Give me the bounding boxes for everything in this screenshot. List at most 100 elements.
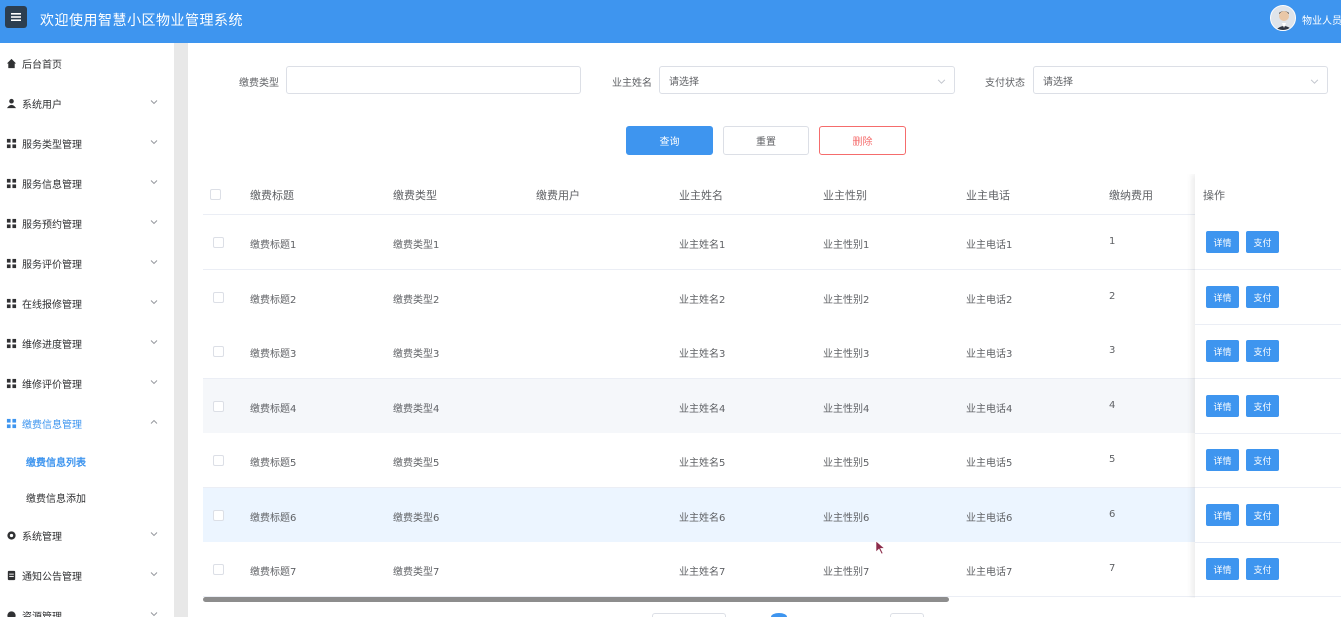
cell-title: 缴费标题1: [250, 240, 297, 251]
sidebar-item-home[interactable]: 后台首页: [0, 43, 174, 83]
table-row[interactable]: 缴费标题2 缴费类型2 业主姓名2 业主性别2 业主电话2 2: [203, 270, 1341, 325]
query-button[interactable]: 查询: [626, 126, 713, 155]
app-title: 欢迎使用智慧小区物业管理系统: [40, 13, 243, 29]
row-checkbox[interactable]: [213, 455, 224, 466]
chevron-down-icon: [150, 612, 158, 617]
grid-icon: [6, 298, 17, 309]
row-actions: 详情 支付: [1195, 542, 1341, 597]
menu-toggle-button[interactable]: [5, 6, 27, 28]
detail-button[interactable]: 详情: [1206, 340, 1239, 362]
sidebar-item-repair-progress[interactable]: 维修进度管理: [0, 323, 174, 363]
pay-button[interactable]: 支付: [1246, 286, 1279, 308]
detail-button[interactable]: 详情: [1206, 286, 1239, 308]
cell-name: 业主姓名2: [679, 295, 726, 306]
row-checkbox[interactable]: [213, 401, 224, 412]
user-name[interactable]: 物业人员: [1302, 12, 1341, 27]
fee-type-input[interactable]: [286, 66, 581, 94]
sidebar-item-label: 系统管理: [22, 531, 62, 543]
column-header[interactable]: 缴费用户: [536, 187, 580, 203]
cell-name: 业主姓名6: [679, 513, 726, 524]
sidebar-subitem-payment-add[interactable]: 缴费信息添加: [0, 479, 174, 515]
sidebar-item-system-management[interactable]: 系统管理: [0, 515, 174, 555]
cell-type: 缴费类型4: [393, 404, 440, 415]
row-checkbox[interactable]: [213, 292, 224, 303]
cell-name: 业主姓名7: [679, 567, 726, 578]
row-checkbox[interactable]: [213, 564, 224, 575]
column-header[interactable]: 缴费标题: [250, 187, 294, 203]
sidebar-scrollbar[interactable]: [174, 43, 188, 617]
sidebar-item-service-type[interactable]: 服务类型管理: [0, 123, 174, 163]
column-header[interactable]: 业主姓名: [679, 187, 723, 203]
sidebar-item-service-info[interactable]: 服务信息管理: [0, 163, 174, 203]
table-row[interactable]: 缴费标题1 缴费类型1 业主姓名1 业主性别1 业主电话1 1: [203, 215, 1341, 270]
cell-name: 业主姓名5: [679, 458, 726, 469]
avatar[interactable]: [1270, 5, 1296, 31]
top-header: 欢迎使用智慧小区物业管理系统 物业人员: [0, 0, 1341, 43]
sidebar-item-service-review[interactable]: 服务评价管理: [0, 243, 174, 283]
delete-button[interactable]: 删除: [819, 126, 906, 155]
select-all-checkbox[interactable]: [210, 189, 221, 200]
sidebar-item-repair-review[interactable]: 维修评价管理: [0, 363, 174, 403]
pay-button[interactable]: 支付: [1246, 504, 1279, 526]
grid-icon: [6, 418, 17, 429]
chevron-down-icon: [150, 532, 158, 537]
pagination-prev[interactable]: [652, 613, 726, 617]
table-row[interactable]: 缴费标题6 缴费类型6 业主姓名6 业主性别6 业主电话6 6: [203, 488, 1341, 543]
sidebar-item-payment-info[interactable]: 缴费信息管理: [0, 403, 174, 443]
cell-gender: 业主性别6: [823, 513, 870, 524]
detail-button[interactable]: 详情: [1206, 558, 1239, 580]
pay-button[interactable]: 支付: [1246, 340, 1279, 362]
column-header[interactable]: 缴纳费用: [1109, 187, 1153, 203]
detail-button[interactable]: 详情: [1206, 231, 1239, 253]
sidebar-item-notice[interactable]: 通知公告管理: [0, 555, 174, 595]
row-checkbox[interactable]: [213, 510, 224, 521]
chevron-down-icon: [150, 140, 158, 145]
pay-button[interactable]: 支付: [1246, 395, 1279, 417]
pay-button[interactable]: 支付: [1246, 449, 1279, 471]
cell-type: 缴费类型6: [393, 513, 440, 524]
pay-button[interactable]: 支付: [1246, 558, 1279, 580]
user-icon: [6, 98, 17, 109]
cell-fee: 2: [1109, 291, 1116, 302]
mouse-cursor-icon: [875, 540, 886, 555]
sidebar-item-online-repair[interactable]: 在线报修管理: [0, 283, 174, 323]
cell-fee: 7: [1109, 563, 1116, 574]
pay-status-label: 支付状态: [985, 78, 1025, 89]
owner-name-select[interactable]: 请选择: [659, 66, 955, 94]
table-row[interactable]: 缴费标题5 缴费类型5 业主姓名5 业主性别5 业主电话5 5: [203, 433, 1341, 488]
sidebar-item-resource[interactable]: 资源管理: [0, 595, 174, 617]
cell-phone: 业主电话4: [966, 404, 1013, 415]
sidebar-item-system-users[interactable]: 系统用户: [0, 83, 174, 123]
row-checkbox[interactable]: [213, 237, 224, 248]
sidebar-item-label: 在线报修管理: [22, 299, 82, 311]
table-row[interactable]: 缴费标题7 缴费类型7 业主姓名7 业主性别7 业主电话7 7: [203, 542, 1341, 597]
grid-icon: [6, 338, 17, 349]
table-row[interactable]: 缴费标题4 缴费类型4 业主姓名4 业主性别4 业主电话4 4: [203, 379, 1341, 434]
chevron-down-icon: [150, 260, 158, 265]
menu-icon: [11, 13, 21, 21]
reset-button[interactable]: 重置: [723, 126, 809, 155]
row-actions: 详情 支付: [1195, 270, 1341, 325]
cell-gender: 业主性别3: [823, 349, 870, 360]
grid-icon: [6, 378, 17, 389]
sidebar-subitem-payment-list[interactable]: 缴费信息列表: [0, 443, 174, 479]
home-icon: [6, 58, 17, 69]
row-checkbox[interactable]: [213, 346, 224, 357]
detail-button[interactable]: 详情: [1206, 504, 1239, 526]
table-row[interactable]: 缴费标题3 缴费类型3 业主姓名3 业主性别3 业主电话3 3: [203, 324, 1341, 379]
pagination-next[interactable]: [890, 613, 924, 617]
sidebar-item-service-booking[interactable]: 服务预约管理: [0, 203, 174, 243]
cell-title: 缴费标题5: [250, 458, 297, 469]
column-header[interactable]: 业主电话: [966, 187, 1010, 203]
detail-button[interactable]: 详情: [1206, 449, 1239, 471]
pagination-current[interactable]: [771, 613, 787, 617]
document-icon: [6, 570, 17, 581]
detail-button[interactable]: 详情: [1206, 395, 1239, 417]
pay-status-select[interactable]: 请选择: [1033, 66, 1328, 94]
pay-button[interactable]: 支付: [1246, 231, 1279, 253]
column-header[interactable]: 业主性别: [823, 187, 867, 203]
column-header[interactable]: 缴费类型: [393, 187, 437, 203]
sidebar-item-label: 服务预约管理: [22, 219, 82, 231]
chevron-down-icon: [150, 180, 158, 185]
table-horizontal-scrollbar[interactable]: [203, 597, 949, 602]
